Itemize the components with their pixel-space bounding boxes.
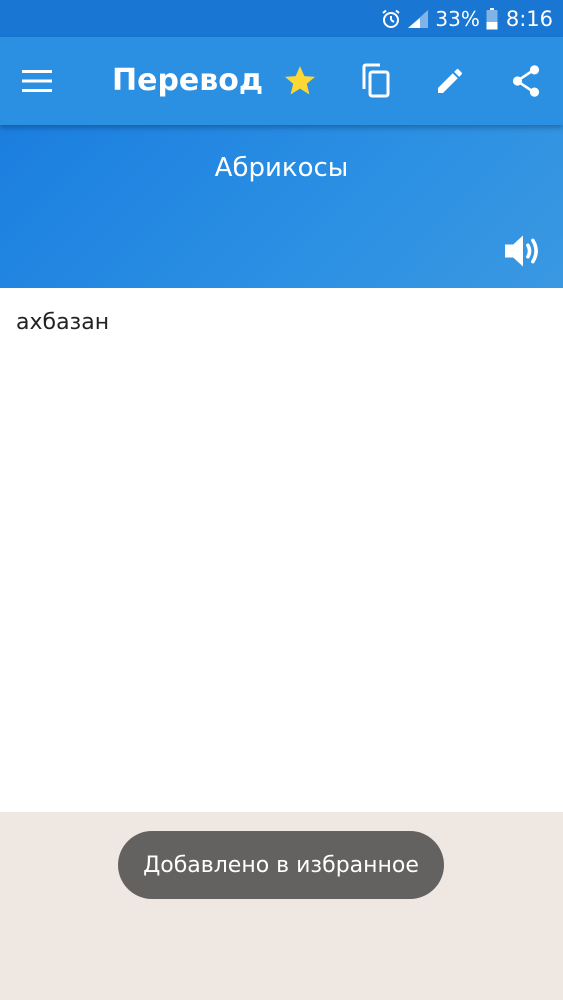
menu-icon bbox=[22, 70, 52, 92]
copy-button[interactable] bbox=[352, 57, 400, 105]
source-text: Абрикосы bbox=[214, 153, 349, 183]
bottom-area: Добавлено в избранное bbox=[0, 812, 563, 1000]
share-button[interactable] bbox=[502, 57, 550, 105]
source-panel: Абрикосы bbox=[0, 125, 563, 288]
battery-percent: 33% bbox=[435, 6, 480, 31]
signal-icon bbox=[407, 9, 429, 29]
star-icon bbox=[284, 66, 316, 95]
clock: 8:16 bbox=[505, 6, 553, 31]
menu-button[interactable] bbox=[14, 59, 60, 103]
share-icon bbox=[512, 65, 540, 97]
result-panel: ахбазан bbox=[0, 288, 563, 812]
translation-text: ахбазан bbox=[16, 310, 110, 335]
battery-icon bbox=[486, 7, 498, 30]
edit-button[interactable] bbox=[426, 57, 474, 105]
app-bar: Перевод bbox=[0, 37, 563, 125]
speaker-icon bbox=[505, 235, 538, 267]
status-bar: 33% 8:16 bbox=[0, 0, 563, 37]
toast-message: Добавлено в избранное bbox=[118, 831, 444, 899]
speaker-button[interactable] bbox=[500, 228, 546, 274]
favorite-button[interactable] bbox=[276, 57, 324, 105]
page-title: Перевод bbox=[112, 63, 264, 98]
copy-icon bbox=[362, 63, 390, 98]
edit-icon bbox=[438, 68, 463, 93]
alarm-icon bbox=[381, 9, 401, 29]
